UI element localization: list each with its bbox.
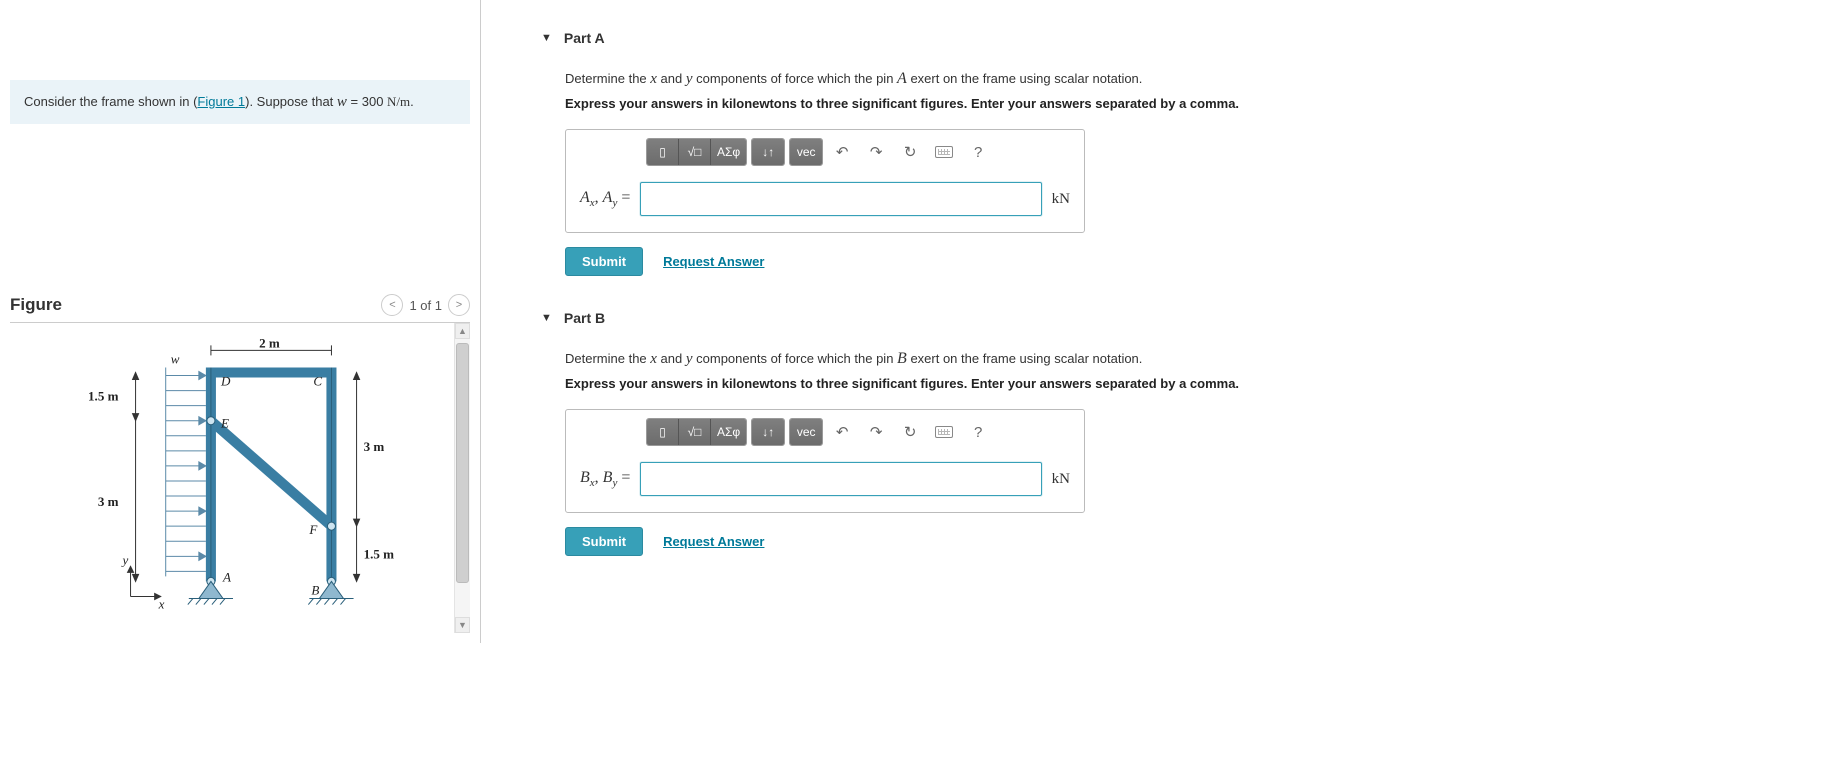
problem-statement: Consider the frame shown in (Figure 1). …: [10, 80, 470, 124]
part-a-body: Determine the x and y components of forc…: [565, 70, 1822, 276]
updown-button[interactable]: ↓↑: [752, 139, 784, 165]
part-b-body: Determine the x and y components of forc…: [565, 350, 1822, 556]
label-b: B: [311, 582, 319, 597]
template-button[interactable]: ▯: [647, 419, 679, 445]
tool-group-math: ▯ √□ ΑΣφ: [646, 138, 747, 166]
label-e: E: [220, 416, 229, 431]
undo-button[interactable]: ↶: [827, 139, 857, 165]
tool-group-vec: vec: [789, 138, 823, 166]
keyboard-button[interactable]: [929, 139, 959, 165]
part-a-submit-button[interactable]: Submit: [565, 247, 643, 276]
part-a-input-row: Ax, Ay = kN: [566, 172, 1084, 232]
part-b-title: Part B: [564, 310, 605, 326]
part-a-request-answer-link[interactable]: Request Answer: [663, 254, 764, 269]
tool-group-math: ▯ √□ ΑΣφ: [646, 418, 747, 446]
part-b-unit: kN: [1052, 471, 1070, 488]
part-a-header[interactable]: ▼ Part A: [541, 30, 1822, 46]
figure-pager: < 1 of 1 >: [381, 294, 470, 316]
figure-pager-text: 1 of 1: [409, 298, 442, 313]
problem-suffix: .: [410, 94, 414, 109]
tool-group-vec: vec: [789, 418, 823, 446]
figure-diagram: w 2 m D C E F A B 1.5 m 3 m 3 m 1.5 m y …: [10, 331, 452, 641]
label-w: w: [171, 351, 180, 366]
problem-prefix: Consider the frame shown in (: [24, 94, 197, 109]
label-d: D: [220, 374, 231, 389]
label-1.5m-bot: 1.5 m: [364, 546, 395, 561]
part-b-submit-button[interactable]: Submit: [565, 527, 643, 556]
part-a-answer-box: ▯ √□ ΑΣφ ↓↑ vec ↶ ↷ ↻ ?: [565, 129, 1085, 233]
figure-header: Figure < 1 of 1 >: [10, 294, 470, 323]
part-a-title: Part A: [564, 30, 605, 46]
help-button[interactable]: ?: [963, 139, 993, 165]
reset-button[interactable]: ↻: [895, 419, 925, 445]
scroll-up-button[interactable]: ▲: [455, 323, 470, 339]
part-b-request-answer-link[interactable]: Request Answer: [663, 534, 764, 549]
template-button[interactable]: ▯: [647, 139, 679, 165]
figure-prev-button[interactable]: <: [381, 294, 403, 316]
caret-down-icon: ▼: [541, 312, 552, 324]
part-b-input-row: Bx, By = kN: [566, 452, 1084, 512]
figure-next-button[interactable]: >: [448, 294, 470, 316]
label-1.5m-top: 1.5 m: [88, 389, 119, 404]
greek-button[interactable]: ΑΣφ: [711, 139, 746, 165]
right-pane: ▼ Part A Determine the x and y component…: [481, 0, 1842, 643]
part-b-instruction: Express your answers in kilonewtons to t…: [565, 376, 1822, 391]
part-b-question: Determine the x and y components of forc…: [565, 350, 1822, 368]
label-f: F: [308, 522, 318, 537]
part-b-lhs: Bx, By =: [580, 469, 630, 489]
problem-equals: = 300: [347, 94, 387, 109]
sqrt-button[interactable]: √□: [679, 139, 711, 165]
redo-button[interactable]: ↷: [861, 419, 891, 445]
part-a-lhs: Ax, Ay =: [580, 189, 630, 209]
left-pane: Consider the frame shown in (Figure 1). …: [0, 0, 480, 643]
problem-unit: N/m: [387, 94, 410, 109]
scroll-thumb[interactable]: [456, 343, 469, 583]
part-b-header[interactable]: ▼ Part B: [541, 310, 1822, 326]
help-button[interactable]: ?: [963, 419, 993, 445]
page-layout: Consider the frame shown in (Figure 1). …: [0, 0, 1842, 643]
figure-title: Figure: [10, 295, 62, 315]
updown-button[interactable]: ↓↑: [752, 419, 784, 445]
label-3m-right: 3 m: [364, 439, 385, 454]
part-b-answer-box: ▯ √□ ΑΣφ ↓↑ vec ↶ ↷ ↻ ?: [565, 409, 1085, 513]
reset-button[interactable]: ↻: [895, 139, 925, 165]
sqrt-button[interactable]: √□: [679, 419, 711, 445]
part-b-answer-input[interactable]: [640, 462, 1041, 496]
redo-button[interactable]: ↷: [861, 139, 891, 165]
figure-scrollbar[interactable]: ▲ ▼: [454, 323, 470, 633]
tool-group-arrows: ↓↑: [751, 418, 785, 446]
greek-button[interactable]: ΑΣφ: [711, 419, 746, 445]
label-y: y: [121, 552, 129, 567]
label-3m-left: 3 m: [98, 494, 119, 509]
keyboard-icon: [935, 146, 953, 158]
tool-group-arrows: ↓↑: [751, 138, 785, 166]
problem-var: w: [337, 94, 347, 110]
caret-down-icon: ▼: [541, 32, 552, 44]
vec-button[interactable]: vec: [790, 419, 822, 445]
label-a: A: [222, 569, 232, 584]
part-b-actions: Submit Request Answer: [565, 527, 1822, 556]
problem-middle: ). Suppose that: [245, 94, 337, 109]
part-a-instruction: Express your answers in kilonewtons to t…: [565, 96, 1822, 111]
part-b-toolbar: ▯ √□ ΑΣφ ↓↑ vec ↶ ↷ ↻ ?: [566, 410, 1084, 452]
keyboard-icon: [935, 426, 953, 438]
label-c: C: [313, 374, 322, 389]
label-2m: 2 m: [259, 335, 280, 350]
figure-area: w 2 m D C E F A B 1.5 m 3 m 3 m 1.5 m y …: [10, 323, 470, 633]
part-a-toolbar: ▯ √□ ΑΣφ ↓↑ vec ↶ ↷ ↻ ?: [566, 130, 1084, 172]
figure-link[interactable]: Figure 1: [197, 94, 245, 109]
part-a-question: Determine the x and y components of forc…: [565, 70, 1822, 88]
scroll-down-button[interactable]: ▼: [455, 617, 470, 633]
keyboard-button[interactable]: [929, 419, 959, 445]
label-x: x: [158, 597, 165, 612]
part-a-answer-input[interactable]: [640, 182, 1041, 216]
vec-button[interactable]: vec: [790, 139, 822, 165]
part-a-actions: Submit Request Answer: [565, 247, 1822, 276]
part-a-unit: kN: [1052, 191, 1070, 208]
undo-button[interactable]: ↶: [827, 419, 857, 445]
